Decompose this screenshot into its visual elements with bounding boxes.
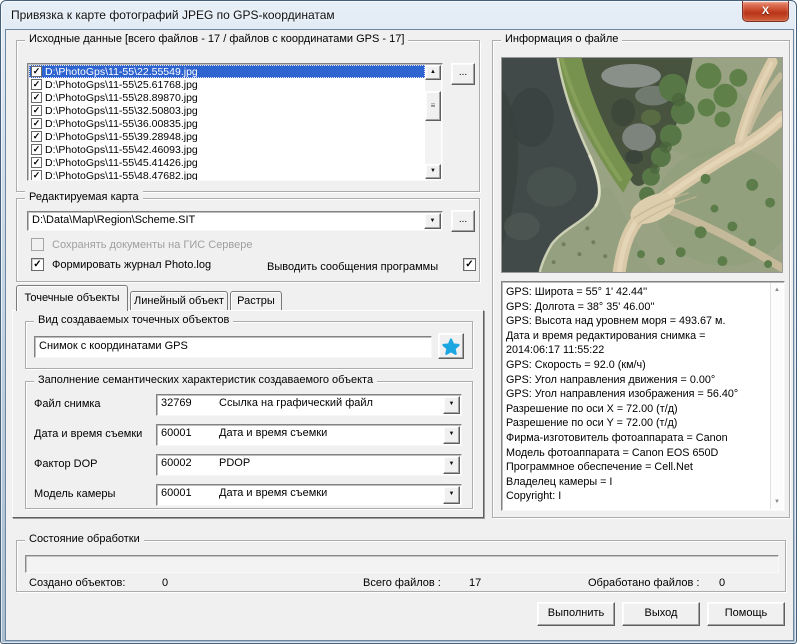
aerial-photo <box>502 58 782 272</box>
file-info-group-label: Информация о файле <box>501 33 622 45</box>
tab-line-object[interactable]: Линейный объект <box>130 291 228 311</box>
chevron-down-icon[interactable]: ▼ <box>443 396 460 414</box>
source-files-list-rows: ✓ D:\PhotoGps\11-55\22.55549.jpg ✓ D:\Ph… <box>29 65 425 179</box>
scroll-down-icon[interactable]: ▼ <box>771 499 783 505</box>
list-scrollbar[interactable]: ▲ ≡ ▼ <box>425 65 441 179</box>
source-files-list[interactable]: ✓ D:\PhotoGps\11-55\22.55549.jpg ✓ D:\Ph… <box>27 63 443 181</box>
close-button[interactable]: X <box>742 1 789 22</box>
chevron-down-icon[interactable]: ▼ <box>443 426 460 444</box>
save-gis-checkbox-row: Сохранять документы на ГИС Сервере <box>31 238 253 251</box>
title-bar[interactable]: Привязка к карте фотографий JPEG по GPS-… <box>1 1 796 29</box>
list-item[interactable]: ✓ D:\PhotoGps\11-55\25.61768.jpg <box>29 78 425 91</box>
file-checkbox[interactable]: ✓ <box>31 131 42 142</box>
chevron-down-icon[interactable]: ▼ <box>443 486 460 504</box>
photo-file-label: Файл снимка <box>34 398 101 410</box>
semantics-group-label: Заполнение семантических характеристик с… <box>34 374 377 386</box>
show-messages-checkbox[interactable]: ✓ <box>463 258 476 271</box>
scroll-down-icon[interactable]: ▼ <box>425 164 441 179</box>
file-checkbox[interactable]: ✓ <box>31 92 42 103</box>
exif-info-box: GPS: Широта = 55° 1' 42.44'' GPS: Долгот… <box>501 281 785 511</box>
save-gis-label: Сохранять документы на ГИС Сервере <box>52 239 253 251</box>
select-object-type-button[interactable] <box>438 333 464 359</box>
datetime-combobox[interactable]: 60001Дата и время съемки ▼ <box>156 424 462 446</box>
photo-log-label: Формировать журнал Photo.log <box>52 259 211 271</box>
progress-bar <box>25 555 779 573</box>
map-path-combobox[interactable]: D:\Data\Map\Region\Scheme.SIT ▼ <box>27 211 443 231</box>
processing-status-label: Состояние обработки <box>25 533 144 545</box>
file-checkbox[interactable]: ✓ <box>31 105 42 116</box>
datetime-label: Дата и время съемки <box>34 428 142 440</box>
chevron-down-icon[interactable]: ▼ <box>424 213 441 229</box>
object-type-group-label: Вид создаваемых точечных объектов <box>34 314 233 326</box>
photo-log-checkbox[interactable]: ✓ <box>31 258 44 271</box>
file-checkbox[interactable]: ✓ <box>31 144 42 155</box>
list-item[interactable]: ✓ D:\PhotoGps\11-55\28.89870.jpg <box>29 91 425 104</box>
camera-model-label: Модель камеры <box>34 488 115 500</box>
scrollbar-thumb[interactable]: ≡ <box>425 91 441 121</box>
list-item[interactable]: ✓ D:\PhotoGps\11-55\45.41426.jpg <box>29 156 425 169</box>
list-item[interactable]: ✓ D:\PhotoGps\11-55\36.00835.jpg <box>29 117 425 130</box>
browse-map-button[interactable]: ... <box>451 210 475 232</box>
created-objects-value: 0 <box>162 577 168 589</box>
scroll-up-icon[interactable]: ▲ <box>425 65 441 80</box>
edited-map-group: Редактируемая карта D:\Data\Map\Region\S… <box>16 198 480 282</box>
object-type-field[interactable]: Снимок с координатами GPS <box>34 336 432 358</box>
camera-model-combobox[interactable]: 60001Дата и время съемки ▼ <box>156 484 462 506</box>
scroll-up-icon[interactable]: ▲ <box>771 287 783 293</box>
exif-info-text: GPS: Широта = 55° 1' 42.44'' GPS: Долгот… <box>506 285 768 504</box>
dialog-client-area: Исходные данные [всего файлов - 17 / фай… <box>5 29 794 641</box>
source-data-group-label: Исходные данные [всего файлов - 17 / фай… <box>25 33 408 45</box>
exit-button[interactable]: Выход <box>622 602 700 626</box>
dop-factor-label: Фактор DOP <box>34 458 97 470</box>
point-objects-tab-page: Вид создаваемых точечных объектов Снимок… <box>12 310 484 518</box>
tab-rasters[interactable]: Растры <box>230 291 282 311</box>
log-checkbox-row: ✓ Формировать журнал Photo.log <box>31 258 211 271</box>
file-checkbox[interactable]: ✓ <box>31 118 42 129</box>
tab-point-objects[interactable]: Точечные объекты <box>16 285 128 311</box>
object-type-group: Вид создаваемых точечных объектов Снимок… <box>25 321 473 369</box>
star-icon <box>440 336 462 358</box>
list-item[interactable]: ✓ D:\PhotoGps\11-55\48.47682.jpg <box>29 169 425 181</box>
chevron-down-icon[interactable]: ▼ <box>443 456 460 474</box>
edited-map-group-label: Редактируемая карта <box>25 191 143 203</box>
dialog-window: Привязка к карте фотографий JPEG по GPS-… <box>0 0 797 644</box>
list-item[interactable]: ✓ D:\PhotoGps\11-55\22.55549.jpg <box>29 65 425 78</box>
created-objects-label: Создано объектов: <box>29 577 125 589</box>
total-files-value: 17 <box>469 577 481 589</box>
run-button[interactable]: Выполнить <box>537 602 615 626</box>
dop-factor-combobox[interactable]: 60002PDOP ▼ <box>156 454 462 476</box>
file-info-group: Информация о файле <box>492 40 790 518</box>
browse-files-button[interactable]: ... <box>451 63 475 85</box>
close-icon: X <box>762 5 769 17</box>
list-item[interactable]: ✓ D:\PhotoGps\11-55\42.46093.jpg <box>29 143 425 156</box>
photo-file-combobox[interactable]: 32769Ссылка на графический файл ▼ <box>156 394 462 416</box>
list-item[interactable]: ✓ D:\PhotoGps\11-55\39.28948.jpg <box>29 130 425 143</box>
photo-preview <box>501 57 783 273</box>
list-item[interactable]: ✓ D:\PhotoGps\11-55\32.50803.jpg <box>29 104 425 117</box>
file-checkbox[interactable]: ✓ <box>31 66 42 77</box>
processing-status-group: Состояние обработки Создано объектов: 0 … <box>16 540 786 592</box>
show-messages-label: Выводить сообщения программы <box>267 261 438 273</box>
help-button[interactable]: Помощь <box>707 602 785 626</box>
file-checkbox[interactable]: ✓ <box>31 157 42 168</box>
processed-files-label: Обработано файлов : <box>588 577 699 589</box>
source-data-group: Исходные данные [всего файлов - 17 / фай… <box>16 40 480 192</box>
window-title: Привязка к карте фотографий JPEG по GPS-… <box>11 8 335 22</box>
file-checkbox[interactable]: ✓ <box>31 170 42 181</box>
info-scrollbar[interactable]: ▲ ▼ <box>770 283 783 509</box>
processed-files-value: 0 <box>719 577 725 589</box>
save-gis-checkbox <box>31 238 44 251</box>
file-checkbox[interactable]: ✓ <box>31 79 42 90</box>
semantics-group: Заполнение семантических характеристик с… <box>25 381 473 509</box>
total-files-label: Всего файлов : <box>363 577 441 589</box>
